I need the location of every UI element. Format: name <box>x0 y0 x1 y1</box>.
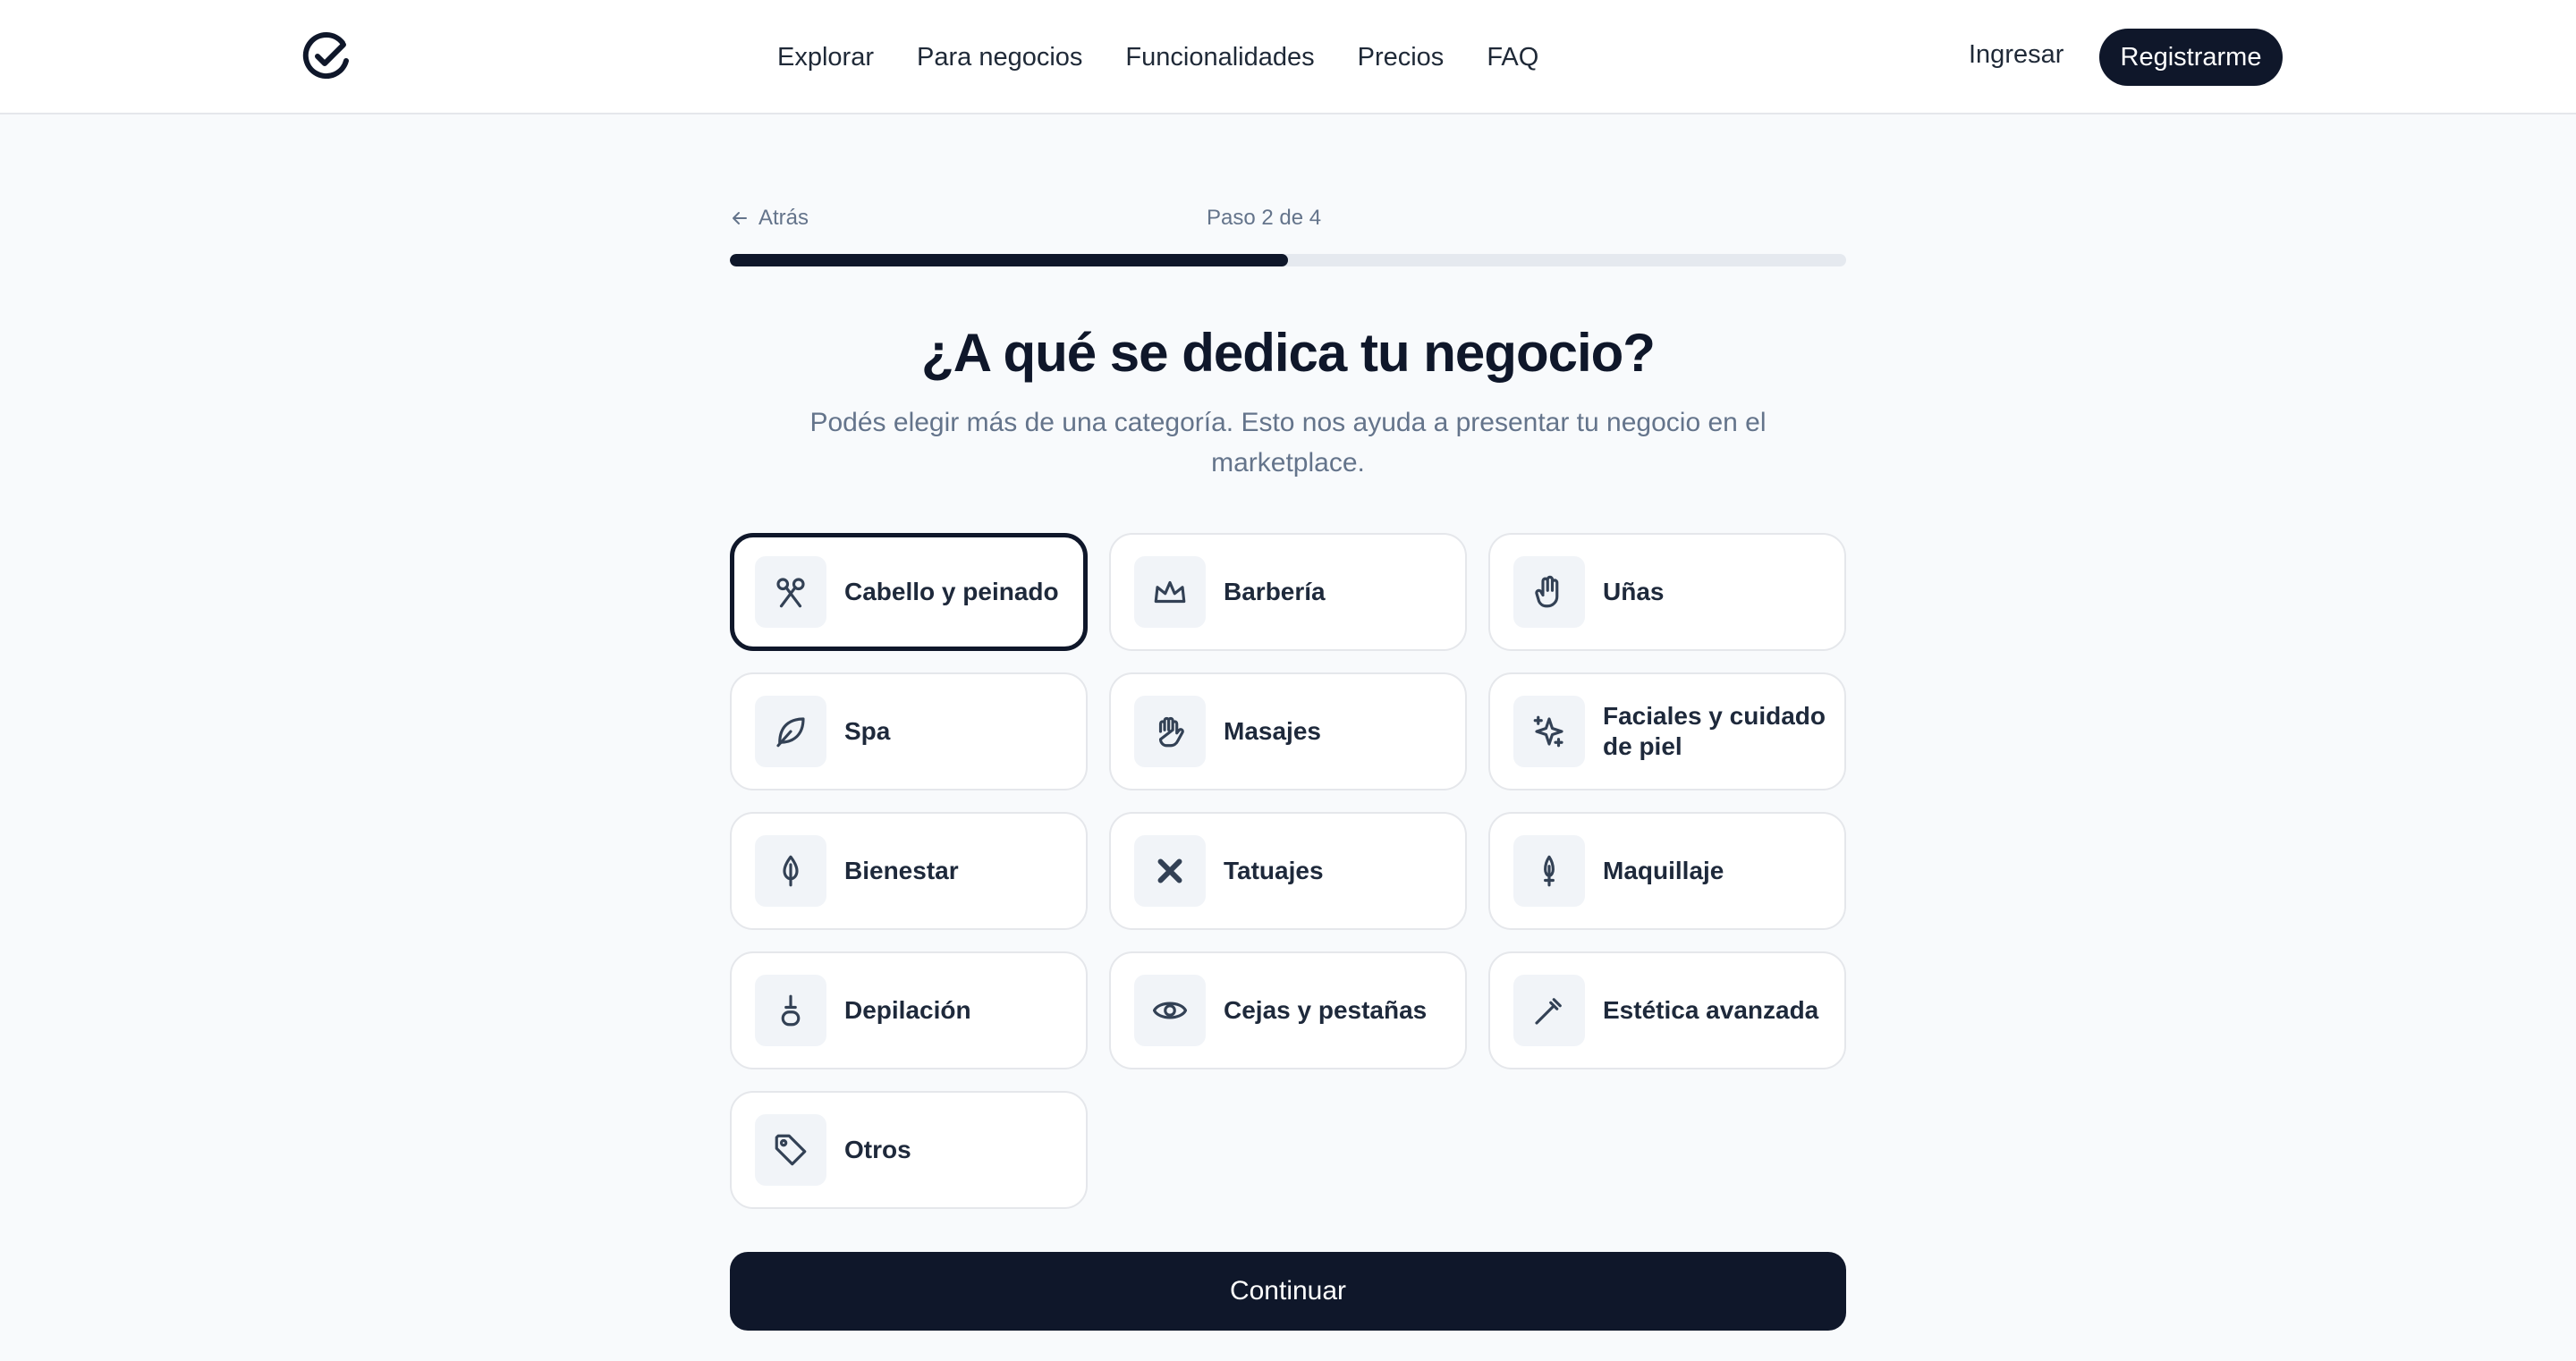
category-card-estetica-avanzada[interactable]: Estética avanzada <box>1488 951 1846 1069</box>
massage-hand-icon <box>1158 716 1184 748</box>
eye-icon <box>1152 1002 1188 1019</box>
category-card-unas[interactable]: Uñas <box>1488 533 1846 651</box>
nav-faq-link[interactable]: FAQ <box>1487 43 1538 72</box>
back-label: Atrás <box>758 206 809 230</box>
page-subtitle: Podés elegir más de una categoría. Esto … <box>809 408 1767 478</box>
nav-explorar-link[interactable]: Explorar <box>777 43 874 72</box>
back-link[interactable]: Atrás <box>730 206 809 231</box>
register-button[interactable]: Registrarme <box>2099 29 2283 86</box>
progress-bar <box>730 254 1846 266</box>
category-label: Spa <box>844 717 891 745</box>
category-card-maquillaje[interactable]: Maquillaje <box>1488 812 1846 930</box>
category-label: Depilación <box>844 996 971 1024</box>
nav-funcionalidades-link[interactable]: Funcionalidades <box>1125 43 1314 72</box>
laser-pen-icon <box>1535 998 1562 1025</box>
category-label: Bienestar <box>844 857 959 884</box>
leaf-icon <box>776 717 805 748</box>
category-card-faciales[interactable]: Faciales y cuidado de piel <box>1488 672 1846 790</box>
category-label: Masajes <box>1224 717 1321 745</box>
category-label: Faciales y cuidado de piel <box>1603 702 1826 760</box>
tag-icon <box>775 1134 807 1166</box>
category-card-tatuajes[interactable]: Tatuajes <box>1109 812 1467 930</box>
nav-precios-link[interactable]: Precios <box>1358 43 1445 72</box>
wax-jar-icon <box>781 994 801 1027</box>
category-label: Otros <box>844 1136 911 1163</box>
category-card-masajes[interactable]: Masajes <box>1109 672 1467 790</box>
category-card-barberia[interactable]: Barbería <box>1109 533 1467 651</box>
arrow-left-icon <box>733 212 747 224</box>
sparkles-icon <box>1533 715 1563 748</box>
progress-bar-fill <box>730 254 1288 266</box>
category-label: Barbería <box>1224 578 1326 605</box>
category-label: Cabello y peinado <box>844 578 1059 605</box>
nav-para-negocios-link[interactable]: Para negocios <box>917 43 1082 72</box>
login-link[interactable]: Ingresar <box>1969 40 2063 70</box>
tattoo-cross-icon <box>1157 858 1182 883</box>
lipstick-icon <box>1544 855 1555 887</box>
crown-icon <box>1154 580 1186 604</box>
hand-icon <box>1535 575 1559 608</box>
category-grid: Cabello y peinado Barbería Uñas Spa Masa… <box>730 533 1846 1209</box>
category-card-cejas-y-pestanas[interactable]: Cejas y pestañas <box>1109 951 1467 1069</box>
category-card-cabello-y-peinado[interactable]: Cabello y peinado <box>730 533 1088 651</box>
main-nav: Explorar Para negocios Funcionalidades P… <box>777 0 1538 114</box>
category-label: Cejas y pestañas <box>1224 996 1428 1024</box>
category-label: Estética avanzada <box>1603 996 1819 1024</box>
page-title: ¿A qué se dedica tu negocio? <box>921 323 1656 383</box>
category-card-otros[interactable]: Otros <box>730 1091 1088 1209</box>
category-label: Uñas <box>1603 578 1665 605</box>
step-indicator: Paso 2 de 4 <box>1207 206 1322 230</box>
top-navigation-bar: Explorar Para negocios Funcionalidades P… <box>0 0 2576 114</box>
lotus-icon <box>783 855 799 887</box>
scissors-icon <box>776 578 805 608</box>
category-card-bienestar[interactable]: Bienestar <box>730 812 1088 930</box>
category-card-depilacion[interactable]: Depilación <box>730 951 1088 1069</box>
category-card-spa[interactable]: Spa <box>730 672 1088 790</box>
check-circle-logo-icon[interactable] <box>302 32 351 80</box>
continue-button[interactable]: Continuar <box>730 1252 1846 1331</box>
category-label: Tatuajes <box>1224 857 1324 884</box>
category-label: Maquillaje <box>1603 857 1724 884</box>
